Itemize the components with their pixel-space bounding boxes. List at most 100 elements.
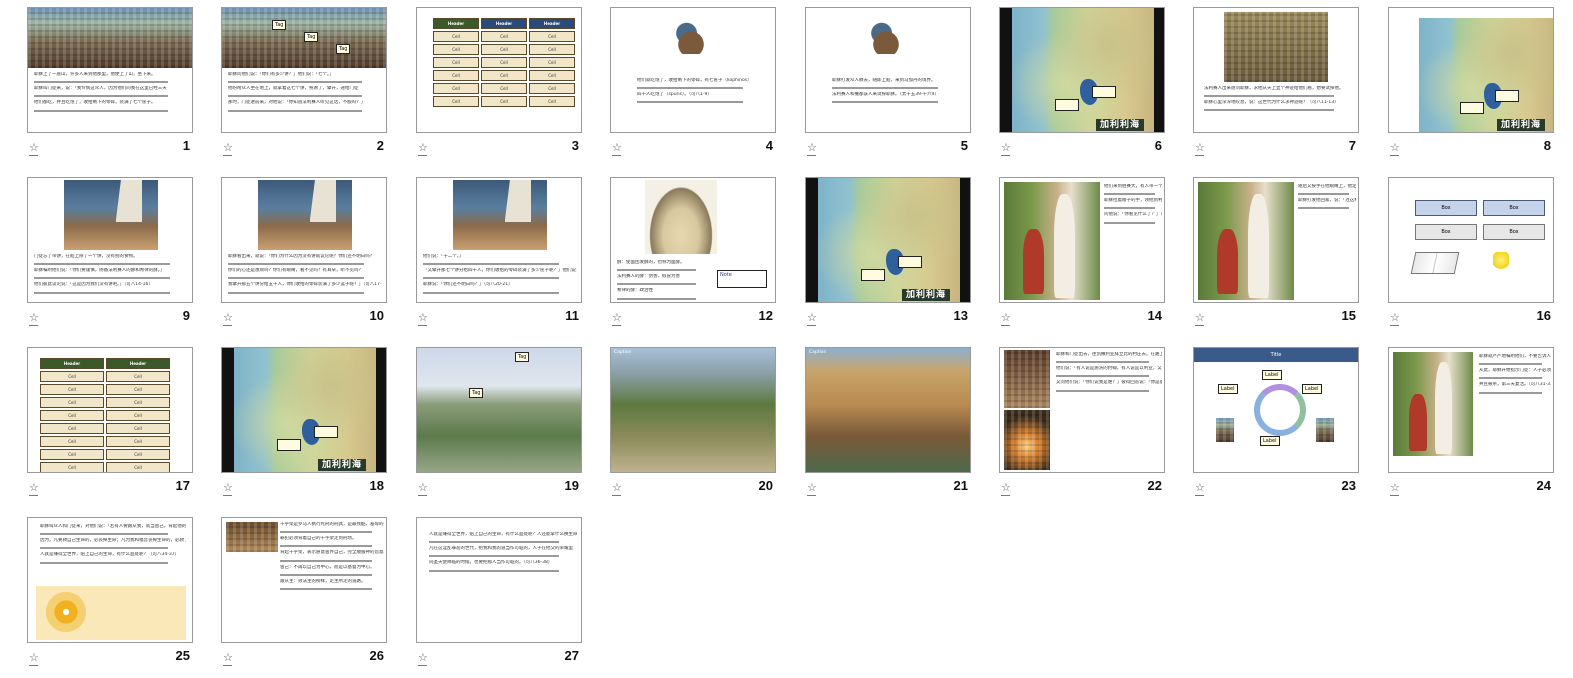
- slide-transition-star-icon[interactable]: ☆: [807, 311, 817, 326]
- slide-transition-star-icon[interactable]: ☆: [1195, 481, 1205, 496]
- slide-thumbnail-4[interactable]: 他们就吃饱了，收拾剩下的零碎，有七筐子（kophinos） 四千人吃饱了（spur…: [583, 0, 777, 166]
- concept-box: Box: [1415, 200, 1477, 216]
- slide-preview[interactable]: 耶稣和门徒出去，往凯撒利亚腓立比的村庄去。在路上问门徒说：「人说我是谁？」他们说…: [999, 347, 1165, 473]
- slide-transition-star-icon[interactable]: ☆: [1390, 311, 1400, 326]
- slide-transition-star-icon[interactable]: ☆: [29, 311, 39, 326]
- slide-thumbnail-21[interactable]: Caption ☆ 21: [778, 340, 972, 506]
- slide-thumbnail-10[interactable]: 耶稣看出来，就说：「你们为什么因为没有饼就议论呢？你们还不明白吗？ 你们的心还是愚…: [194, 170, 388, 336]
- slide-preview[interactable]: 耶稣看出来，就说：「你们为什么因为没有饼就议论呢？你们还不明白吗？ 你们的心还是愚…: [221, 177, 387, 303]
- slide-preview[interactable]: 加利利海: [221, 347, 387, 473]
- slide-thumbnail-1[interactable]: 耶稣上了一座山，许多人来到他那里，他便上了山，坐下来。 耶稣叫门徒来，说：「我怜悯…: [0, 0, 194, 166]
- slide-transition-star-icon[interactable]: ☆: [223, 311, 233, 326]
- slide-transition-star-icon[interactable]: ☆: [807, 481, 817, 496]
- slide-thumbnail-20[interactable]: Caption ☆ 20: [583, 340, 777, 506]
- slide-preview[interactable]: 门徒忘了带饼，在船上除了一个饼，没有别的食物。 耶稣嘱咐他们说：「你们要谨慎，防备…: [27, 177, 193, 303]
- slide-preview[interactable]: 加利利海: [999, 7, 1165, 133]
- slide-preview[interactable]: 耶稣上了一座山，许多人来到他那里，他便上了山，坐下来。 耶稣叫门徒来，说：「我怜悯…: [27, 7, 193, 133]
- slide-preview[interactable]: Box Box Box Box: [1388, 177, 1554, 303]
- slide-preview[interactable]: 耶稣就严严地嘱咐他们，不要告诉人。从此，耶稣开始指示门徒：人子必须受许多的苦，被…: [1388, 347, 1554, 473]
- slide-preview[interactable]: Header Header Cell Cell Cell Cell Cell Cell Cell…: [27, 347, 193, 473]
- slide-thumbnail-15[interactable]: 随后又按手在他眼睛上，他定睛一看，就复了原，样样都看得清楚了。耶稣打发他回家，说…: [1166, 170, 1360, 336]
- slide-preview[interactable]: Caption: [610, 347, 776, 473]
- slide-transition-star-icon[interactable]: ☆: [223, 141, 233, 156]
- slide-preview[interactable]: Header Header Header Cell Cell Cell Cell Cell Ce…: [416, 7, 582, 133]
- slide-transition-star-icon[interactable]: ☆: [418, 141, 428, 156]
- slide-transition-star-icon[interactable]: ☆: [418, 651, 428, 666]
- slide-thumbnail-6[interactable]: 加利利海 ☆ 6: [972, 0, 1166, 166]
- slide-thumbnail-2[interactable]: Tag Tag Tag 耶稣问他们说：「你们有多少饼？」他们说：「七个。」 他吩咐众人坐…: [194, 0, 388, 166]
- slide-transition-star-icon[interactable]: ☆: [29, 141, 39, 156]
- map-banner-text: 加利利海: [1496, 119, 1545, 131]
- slide-number: 17: [175, 478, 190, 493]
- slide-thumbnail-11[interactable]: 他们说：「十二个。」 「又擘开那七个饼分给四千人，你们收拾的零碎装满了多少筐子呢？…: [389, 170, 583, 336]
- text-line-placeholder: [617, 269, 697, 272]
- slide-preview[interactable]: 加利利海: [1388, 7, 1554, 133]
- slide-preview[interactable]: Caption: [805, 347, 971, 473]
- slide-thumbnail-12[interactable]: 酵：使面团发酵的，也称为面酵。 法利赛人的酵：伪善、假冒为善 希律的酵：政治性 Not…: [583, 170, 777, 336]
- slide-preview[interactable]: 他们就吃饱了，收拾剩下的零碎，有七筐子（kophinos） 四千人吃饱了（spur…: [610, 7, 776, 133]
- slide-preview[interactable]: 十字架是罗马人执行死刑的刑具，是最残酷、羞辱的刑罚。罪犯必须背着自己的十字架走到…: [221, 517, 387, 643]
- slide-preview[interactable]: Tag Tag Tag 耶稣问他们说：「你们有多少饼？」他们说：「七个。」 他吩咐众人坐…: [221, 7, 387, 133]
- slide-transition-star-icon[interactable]: ☆: [223, 651, 233, 666]
- text-line-placeholder: [1298, 207, 1350, 210]
- slide-transition-star-icon[interactable]: ☆: [1195, 311, 1205, 326]
- slide-transition-star-icon[interactable]: ☆: [807, 141, 817, 156]
- slide-thumbnail-16[interactable]: Box Box Box Box ☆ 16: [1361, 170, 1555, 336]
- slide-preview[interactable]: 随后又按手在他眼睛上，他定睛一看，就复了原，样样都看得清楚了。耶稣打发他回家，说…: [1193, 177, 1359, 303]
- slide-preview[interactable]: Tag Tag: [416, 347, 582, 473]
- slide-transition-star-icon[interactable]: ☆: [1390, 141, 1400, 156]
- slide-transition-star-icon[interactable]: ☆: [1001, 311, 1011, 326]
- boat-image: [453, 180, 547, 250]
- slide-thumbnail-24[interactable]: 耶稣就严严地嘱咐他们，不要告诉人。从此，耶稣开始指示门徒：人子必须受许多的苦，被…: [1361, 340, 1555, 506]
- slide-text-line: 四千人吃饱了（spuris）。（可八1-9）: [637, 92, 712, 98]
- slide-text-line: 他们说：「十二个。」: [423, 254, 464, 259]
- slide-thumbnail-8[interactable]: 加利利海 ☆ 8: [1361, 0, 1555, 166]
- slide-thumbnail-7[interactable]: 法利赛人出来盘问耶稣，求他从天上显个神迹给他们看，想要试探他。 耶稣心里深深地叹息…: [1166, 0, 1360, 166]
- slide-transition-star-icon[interactable]: ☆: [418, 311, 428, 326]
- slide-thumbnail-18[interactable]: 加利利海 ☆ 18: [194, 340, 388, 506]
- boat-image: [64, 180, 158, 250]
- text-line-placeholder: [617, 297, 697, 300]
- slide-thumbnail-5[interactable]: 耶稣打发众人散去，随即上船，来到马加丹的境界。 法利赛人和撒都该人来试探耶稣。（太…: [778, 0, 972, 166]
- slide-transition-star-icon[interactable]: ☆: [223, 481, 233, 496]
- slide-thumbnail-14[interactable]: 他们来到伯赛大，有人带一个瞎子来，求耶稣摸他。耶稣拉着瞎子的手，领他到村外，就吐…: [972, 170, 1166, 336]
- slide-text-block: 耶稣就严严地嘱咐他们，不要告诉人。从此，耶稣开始指示门徒：人子必须受许多的苦，被…: [1479, 354, 1551, 397]
- slide-preview[interactable]: 耶稣打发众人散去，随即上船，来到马加丹的境界。 法利赛人和撒都该人来试探耶稣。（太…: [805, 7, 971, 133]
- slide-thumbnail-22[interactable]: 耶稣和门徒出去，往凯撒利亚腓立比的村庄去。在路上问门徒说：「人说我是谁？」他们说…: [972, 340, 1166, 506]
- slide-thumbnail-17[interactable]: Header Header Cell Cell Cell Cell Cell Cell Cell…: [0, 340, 194, 506]
- slide-preview[interactable]: 人就是赚得全世界，赔上自己的生命，有什么益处呢？人还能拿什么换生命呢？ 凡在这淫乱…: [416, 517, 582, 643]
- slide-preview[interactable]: 法利赛人出来盘问耶稣，求他从天上显个神迹给他们看，想要试探他。 耶稣心里深深地叹息…: [1193, 7, 1359, 133]
- slide-number: 16: [1536, 308, 1551, 323]
- slide-transition-star-icon[interactable]: ☆: [612, 141, 622, 156]
- slide-transition-star-icon[interactable]: ☆: [612, 311, 622, 326]
- slide-thumbnail-3[interactable]: Header Header Header Cell Cell Cell Cell Cell Ce…: [389, 0, 583, 166]
- slide-thumbnail-26[interactable]: 十字架是罗马人执行死刑的刑具，是最残酷、羞辱的刑罚。罪犯必须背着自己的十字架走到…: [194, 510, 388, 676]
- figure-image: [1216, 418, 1234, 442]
- slide-transition-star-icon[interactable]: ☆: [1001, 481, 1011, 496]
- slide-preview[interactable]: Title Label Label Label Label: [1193, 347, 1359, 473]
- slide-preview[interactable]: 加利利海: [805, 177, 971, 303]
- table-cell: Cell: [40, 397, 104, 408]
- slide-thumbnail-19[interactable]: Tag Tag ☆ 19: [389, 340, 583, 506]
- slide-thumbnail-27[interactable]: 人就是赚得全世界，赔上自己的生命，有什么益处呢？人还能拿什么换生命呢？ 凡在这淫乱…: [389, 510, 583, 676]
- slide-thumbnail-23[interactable]: Title Label Label Label Label ☆ 23: [1166, 340, 1360, 506]
- slide-preview[interactable]: 他们来到伯赛大，有人带一个瞎子来，求耶稣摸他。耶稣拉着瞎子的手，领他到村外，就吐…: [999, 177, 1165, 303]
- slide-preview[interactable]: 耶稣叫众人和门徒来，对他们说：「若有人要跟从我，就当舍己，背起他的十字架来跟从我…: [27, 517, 193, 643]
- slide-transition-star-icon[interactable]: ☆: [1195, 141, 1205, 156]
- slide-transition-star-icon[interactable]: ☆: [1001, 141, 1011, 156]
- slide-transition-star-icon[interactable]: ☆: [612, 481, 622, 496]
- slide-transition-star-icon[interactable]: ☆: [1390, 481, 1400, 496]
- map-label: [1495, 89, 1520, 102]
- slide-thumbnail-13[interactable]: 加利利海 ☆ 13: [778, 170, 972, 336]
- callout-tag: Tag: [272, 20, 287, 30]
- slide-transition-star-icon[interactable]: ☆: [29, 651, 39, 666]
- slide-number: 14: [1147, 308, 1162, 323]
- slide-thumbnail-25[interactable]: 耶稣叫众人和门徒来，对他们说：「若有人要跟从我，就当舍己，背起他的十字架来跟从我…: [0, 510, 194, 676]
- slide-preview[interactable]: 他们说：「十二个。」 「又擘开那七个饼分给四千人，你们收拾的零碎装满了多少筐子呢？…: [416, 177, 582, 303]
- table-row: Cell Cell: [40, 384, 170, 395]
- slide-transition-star-icon[interactable]: ☆: [29, 481, 39, 496]
- slide-thumbnail-9[interactable]: 门徒忘了带饼，在船上除了一个饼，没有别的食物。 耶稣嘱咐他们说：「你们要谨慎，防备…: [0, 170, 194, 336]
- text-line-placeholder: [228, 95, 362, 98]
- slide-transition-star-icon[interactable]: ☆: [418, 481, 428, 496]
- slide-preview[interactable]: 酵：使面团发酵的，也称为面酵。 法利赛人的酵：伪善、假冒为善 希律的酵：政治性 Not…: [610, 177, 776, 303]
